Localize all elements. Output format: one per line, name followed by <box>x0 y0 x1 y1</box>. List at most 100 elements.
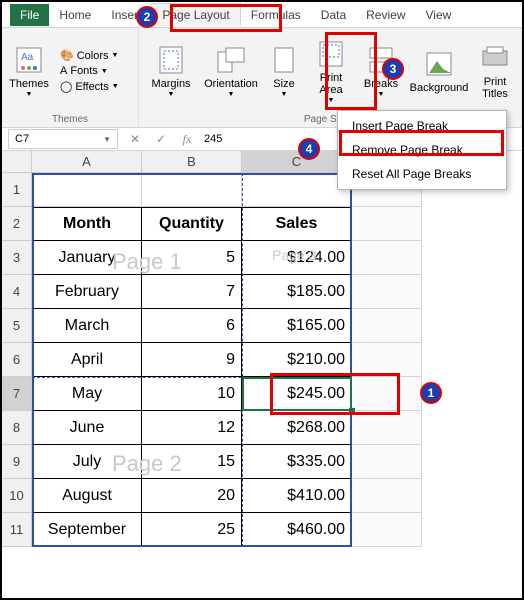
row-header[interactable]: 10 <box>2 479 32 513</box>
breaks-dropdown: Insert Page Break Remove Page Break Rese… <box>337 110 507 190</box>
row-header[interactable]: 9 <box>2 445 32 479</box>
cell[interactable]: $245.00 <box>242 377 352 411</box>
col-header[interactable]: C <box>242 151 352 173</box>
cell[interactable]: August <box>32 479 142 513</box>
cell[interactable] <box>352 411 422 445</box>
tab-data[interactable]: Data <box>311 4 356 26</box>
cell[interactable]: $410.00 <box>242 479 352 513</box>
cell[interactable] <box>352 377 422 411</box>
grid-row: 9July15$335.00 <box>2 445 522 479</box>
col-header[interactable]: A <box>32 151 142 173</box>
cell[interactable]: June <box>32 411 142 445</box>
cell[interactable]: September <box>32 513 142 547</box>
insert-page-break-item[interactable]: Insert Page Break <box>338 114 506 138</box>
cell[interactable]: $210.00 <box>242 343 352 377</box>
chevron-down-icon[interactable]: ▼ <box>103 135 111 144</box>
cell[interactable]: $335.00 <box>242 445 352 479</box>
background-icon <box>423 48 455 80</box>
spreadsheet-grid: A B C D 12MonthQuantitySales3January5$12… <box>2 151 522 547</box>
colors-icon: 🎨 <box>60 49 74 62</box>
cell[interactable]: February <box>32 275 142 309</box>
margins-button[interactable]: Margins▼ <box>143 40 199 102</box>
cell[interactable]: 25 <box>142 513 242 547</box>
themes-group-title: Themes <box>6 112 134 127</box>
grid-row: 2MonthQuantitySales <box>2 207 522 241</box>
cell[interactable]: 20 <box>142 479 242 513</box>
row-header[interactable]: 1 <box>2 173 32 207</box>
cell[interactable]: $185.00 <box>242 275 352 309</box>
cell[interactable] <box>352 275 422 309</box>
cell[interactable]: $460.00 <box>242 513 352 547</box>
cancel-icon[interactable]: ✕ <box>126 132 144 146</box>
cell[interactable]: 7 <box>142 275 242 309</box>
cell[interactable] <box>142 173 242 207</box>
cell[interactable] <box>352 309 422 343</box>
cell[interactable]: January <box>32 241 142 275</box>
cell[interactable]: 12 <box>142 411 242 445</box>
cell[interactable]: April <box>32 343 142 377</box>
accept-icon[interactable]: ✓ <box>152 132 170 146</box>
cell[interactable]: 15 <box>142 445 242 479</box>
print-titles-button[interactable]: Print Titles <box>473 38 517 104</box>
cell[interactable]: 6 <box>142 309 242 343</box>
grid-row: 10August20$410.00 <box>2 479 522 513</box>
cell[interactable] <box>352 343 422 377</box>
cell[interactable]: July <box>32 445 142 479</box>
cell[interactable] <box>352 241 422 275</box>
fonts-icon: A <box>60 65 67 77</box>
ribbon-tabs: File Home Insert Page Layout Formulas Da… <box>2 2 522 28</box>
cell[interactable] <box>352 207 422 241</box>
cell[interactable] <box>352 513 422 547</box>
row-header[interactable]: 2 <box>2 207 32 241</box>
remove-page-break-item[interactable]: Remove Page Break <box>338 138 506 162</box>
orientation-button[interactable]: Orientation▼ <box>203 40 259 102</box>
row-header[interactable]: 11 <box>2 513 32 547</box>
chevron-down-icon: ▼ <box>26 91 33 98</box>
row-header[interactable]: 3 <box>2 241 32 275</box>
cell[interactable]: May <box>32 377 142 411</box>
background-button[interactable]: Background <box>409 44 469 98</box>
cell[interactable]: 5 <box>142 241 242 275</box>
cell[interactable] <box>242 173 352 207</box>
cell[interactable] <box>352 479 422 513</box>
cell[interactable]: March <box>32 309 142 343</box>
cell[interactable]: 9 <box>142 343 242 377</box>
select-all-corner[interactable] <box>2 151 32 173</box>
cell[interactable] <box>32 173 142 207</box>
margins-icon <box>155 44 187 76</box>
colors-button[interactable]: 🎨Colors ▼ <box>56 48 123 63</box>
size-icon <box>268 44 300 76</box>
cell[interactable]: Month <box>32 207 142 241</box>
row-header[interactable]: 8 <box>2 411 32 445</box>
cell[interactable]: $268.00 <box>242 411 352 445</box>
reset-page-breaks-item[interactable]: Reset All Page Breaks <box>338 162 506 186</box>
tab-view[interactable]: View <box>416 4 462 26</box>
callout-num-1: 1 <box>420 382 442 404</box>
themes-icon: Aa <box>13 44 45 76</box>
cell[interactable]: Quantity <box>142 207 242 241</box>
size-button[interactable]: Size▼ <box>263 40 305 102</box>
cell[interactable]: Sales <box>242 207 352 241</box>
tab-formulas[interactable]: Formulas <box>241 4 311 26</box>
tab-file[interactable]: File <box>10 4 49 26</box>
tab-home[interactable]: Home <box>49 4 101 26</box>
fill-handle[interactable] <box>349 408 355 414</box>
col-header[interactable]: B <box>142 151 242 173</box>
cell[interactable]: $165.00 <box>242 309 352 343</box>
row-header[interactable]: 4 <box>2 275 32 309</box>
print-area-button[interactable]: Print Area▼ <box>309 34 353 108</box>
cell[interactable] <box>352 445 422 479</box>
themes-button[interactable]: Aa Themes ▼ <box>6 40 52 102</box>
callout-num-3: 3 <box>382 58 404 80</box>
tab-review[interactable]: Review <box>356 4 415 26</box>
effects-button[interactable]: ◯Effects ▼ <box>56 79 123 94</box>
row-header[interactable]: 6 <box>2 343 32 377</box>
fonts-button[interactable]: AFonts ▼ <box>56 64 123 78</box>
fx-icon[interactable]: fx <box>178 132 196 147</box>
cell[interactable]: 10 <box>142 377 242 411</box>
row-header[interactable]: 7 <box>2 377 32 411</box>
tab-page-layout[interactable]: Page Layout <box>151 3 240 26</box>
row-header[interactable]: 5 <box>2 309 32 343</box>
name-box[interactable]: C7 ▼ <box>8 129 118 149</box>
cell[interactable]: $124.00 <box>242 241 352 275</box>
